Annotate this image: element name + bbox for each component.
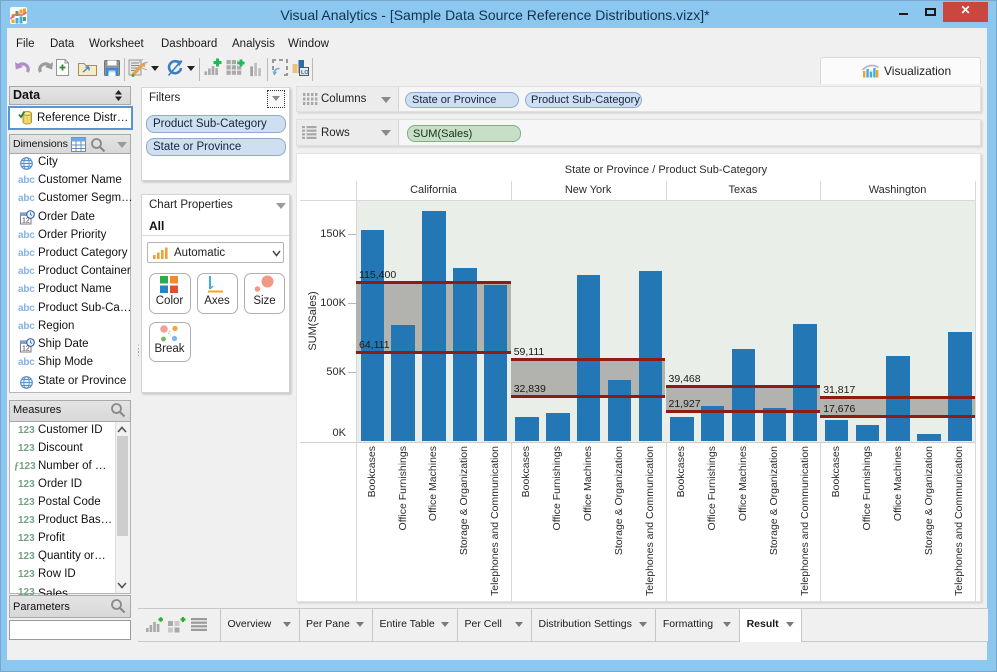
svg-text:LO: LO	[301, 70, 309, 76]
svg-text:12: 12	[22, 346, 30, 353]
svg-text:12: 12	[22, 218, 30, 225]
